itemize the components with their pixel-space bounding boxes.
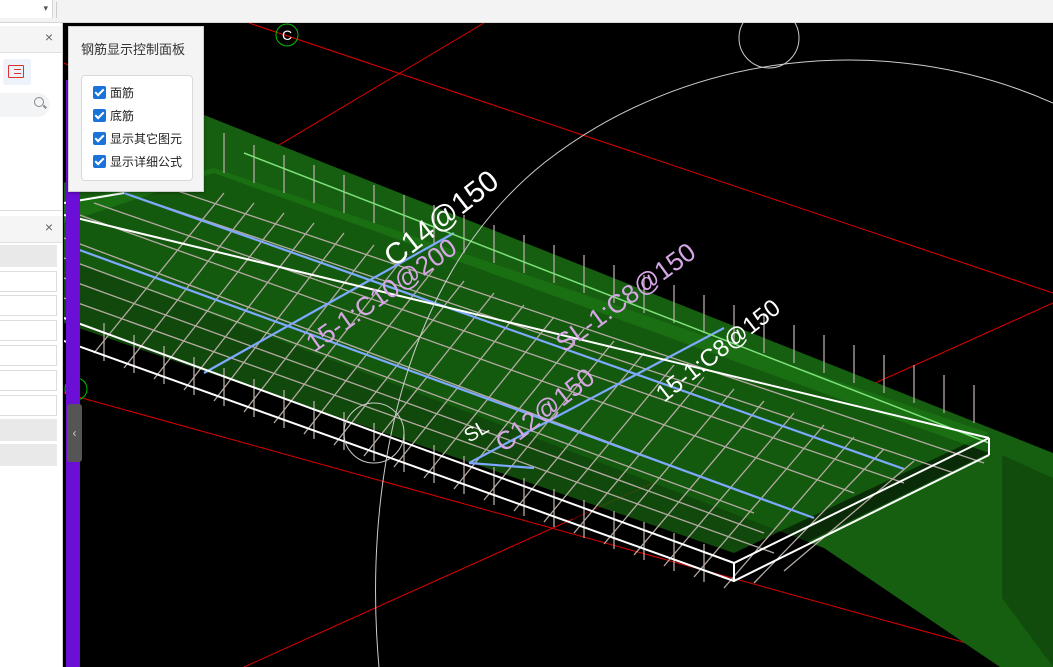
property-field[interactable] bbox=[0, 370, 57, 391]
checkbox-checked-icon[interactable] bbox=[93, 155, 106, 168]
toolbar-dropdown[interactable]: ▾ bbox=[0, 0, 53, 18]
rebar-display-control-panel: 钢筋显示控制面板 面筋 底筋 显示其它图元 显示详细公式 bbox=[68, 26, 204, 192]
collapse-panel-button[interactable]: ‹ bbox=[67, 404, 82, 462]
option-label: 面筋 bbox=[110, 86, 135, 100]
3d-viewport[interactable]: C B C14@150 15-1:C10@200 C12@150 SL-1:C8… bbox=[64, 23, 1053, 667]
option-label: 底筋 bbox=[110, 109, 135, 123]
panel-title: 钢筋显示控制面板 bbox=[81, 42, 186, 57]
close-icon[interactable]: × bbox=[45, 220, 53, 234]
checkbox-checked-icon[interactable] bbox=[93, 132, 106, 145]
option-label: 显示其它图元 bbox=[110, 132, 183, 146]
property-field[interactable] bbox=[0, 295, 57, 316]
checkbox-checked-icon[interactable] bbox=[93, 86, 106, 99]
search-icon bbox=[34, 97, 44, 107]
option-top-rebar[interactable]: 面筋 bbox=[93, 86, 134, 104]
property-group-row[interactable] bbox=[0, 444, 57, 466]
property-group-row[interactable] bbox=[0, 419, 57, 441]
property-field[interactable] bbox=[0, 320, 57, 341]
close-icon[interactable]: × bbox=[45, 30, 53, 44]
toolbar-divider bbox=[56, 2, 57, 18]
property-field[interactable] bbox=[0, 395, 57, 416]
panel-divider bbox=[0, 210, 62, 211]
panel-header: × bbox=[0, 26, 62, 53]
property-field[interactable] bbox=[0, 345, 57, 366]
property-field[interactable] bbox=[0, 271, 57, 292]
chevron-down-icon: ▾ bbox=[43, 3, 48, 13]
option-bottom-rebar[interactable]: 底筋 bbox=[93, 109, 134, 127]
options-group: 面筋 底筋 显示其它图元 显示详细公式 bbox=[81, 75, 193, 181]
option-label: 显示详细公式 bbox=[110, 155, 183, 169]
top-toolbar: ▾ bbox=[0, 0, 1053, 23]
axis-label-c: C bbox=[282, 27, 292, 43]
chevron-left-icon: ‹ bbox=[72, 426, 77, 440]
checkbox-checked-icon[interactable] bbox=[93, 109, 106, 122]
viewport-canvas[interactable]: C B C14@150 15-1:C10@200 C12@150 SL-1:C8… bbox=[64, 23, 1053, 667]
option-show-other-elements[interactable]: 显示其它图元 bbox=[93, 132, 182, 150]
search-input[interactable] bbox=[0, 93, 50, 117]
properties-header: × bbox=[0, 216, 62, 243]
list-view-icon[interactable] bbox=[3, 59, 31, 85]
property-group-row[interactable] bbox=[0, 245, 57, 267]
option-show-detailed-formula[interactable]: 显示详细公式 bbox=[93, 155, 182, 173]
left-side-panel: × × bbox=[0, 23, 63, 667]
